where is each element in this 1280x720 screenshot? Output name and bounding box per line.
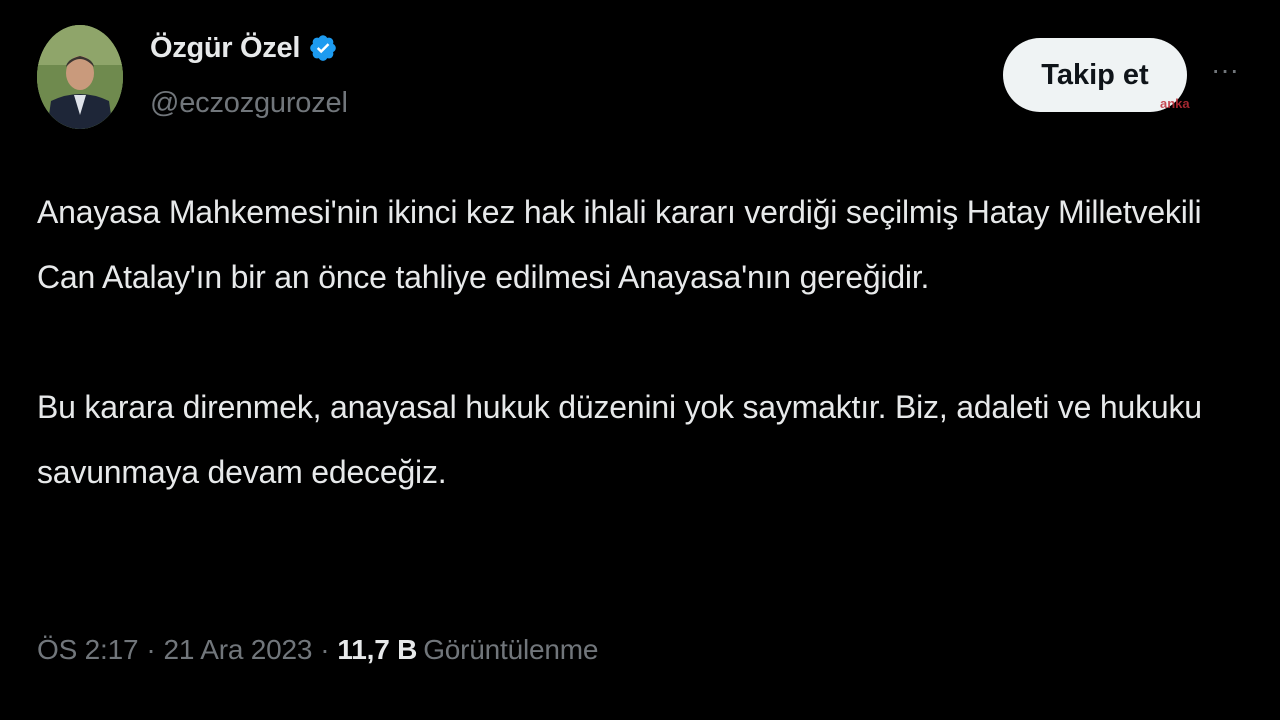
avatar[interactable] <box>37 25 123 129</box>
tweet-metadata: ÖS 2:17 · 21 Ara 2023 · 11,7 B Görüntüle… <box>37 634 598 666</box>
author-display-name[interactable]: Özgür Özel <box>150 32 300 65</box>
more-options-icon[interactable]: ··· <box>1205 54 1245 86</box>
views-count[interactable]: 11,7 B <box>337 634 417 666</box>
meta-separator: · <box>320 634 330 665</box>
tweet-paragraph: Anayasa Mahkemesi'nin ikinci kez hak ihl… <box>37 194 1202 295</box>
tweet-text: Anayasa Mahkemesi'nin ikinci kez hak ihl… <box>37 180 1237 505</box>
tweet-date[interactable]: 21 Ara 2023 <box>163 634 312 666</box>
author-name-row: Özgür Özel <box>150 28 338 68</box>
avatar-photo <box>37 25 123 129</box>
watermark-logo: anka <box>1160 96 1190 111</box>
tweet-time[interactable]: ÖS 2:17 <box>37 634 139 666</box>
verified-badge-icon <box>308 33 338 63</box>
tweet-paragraph: Bu karara direnmek, anayasal hukuk düzen… <box>37 389 1202 490</box>
views-label: Görüntülenme <box>423 634 599 665</box>
author-handle[interactable]: @eczozgurozel <box>150 87 348 120</box>
tweet-card: Özgür Özel @eczozgurozel Takip et ··· an… <box>0 0 1280 720</box>
meta-separator: · <box>146 634 156 665</box>
